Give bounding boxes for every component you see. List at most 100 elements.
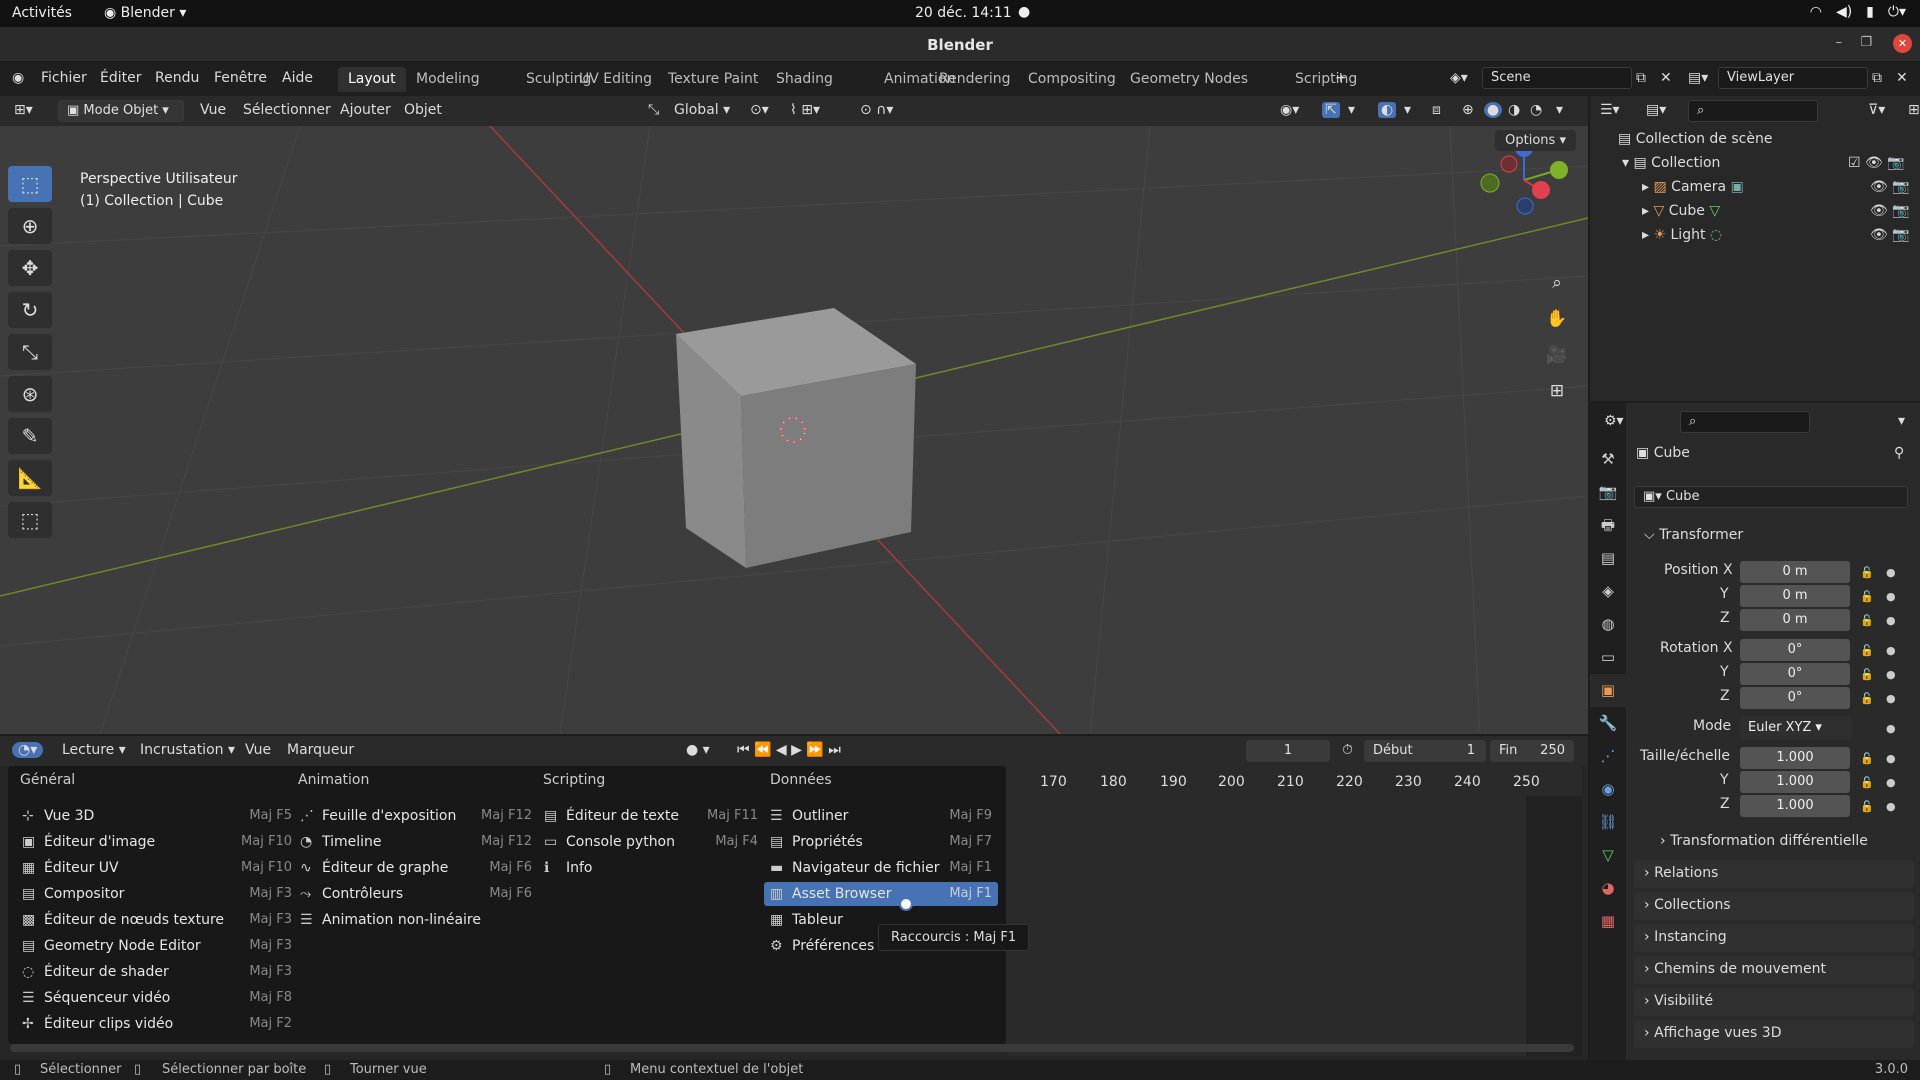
position-y-field[interactable]: 0 m: [1740, 585, 1850, 607]
select-mode-icons[interactable]: ▣▣▣▣▣: [52, 126, 113, 127]
scale-tool-icon[interactable]: ⤡: [8, 334, 52, 370]
outliner-scene-collection[interactable]: ▤ Collection de scène: [1618, 131, 1772, 147]
keyframe-dot-icon[interactable]: ●: [1886, 752, 1896, 765]
shading-solid-icon[interactable]: ●: [1484, 102, 1502, 118]
options-dropdown[interactable]: Options ▾: [1495, 130, 1576, 151]
menu-item-movie-clip-editor[interactable]: ✢ Éditeur clips vidéo Maj F2: [22, 1012, 292, 1036]
section-viewport-display[interactable]: › Affichage vues 3D: [1634, 1020, 1914, 1048]
rotation-y-field[interactable]: 0°: [1740, 663, 1850, 685]
collection-tab-icon[interactable]: ▭: [1590, 641, 1626, 674]
shading-wireframe-icon[interactable]: ⊕: [1462, 102, 1474, 118]
shading-dropdown-icon[interactable]: ▾: [1556, 102, 1563, 118]
keyframe-dot-icon[interactable]: ●: [1886, 722, 1896, 735]
keyframe-dot-icon[interactable]: ●: [1886, 800, 1896, 813]
scale-y-field[interactable]: 1.000: [1740, 771, 1850, 793]
data-tab-icon[interactable]: ▽: [1590, 839, 1626, 872]
menu-vue-timeline[interactable]: Vue: [245, 742, 271, 758]
tab-layout[interactable]: Layout: [338, 67, 406, 92]
visibility-icon[interactable]: ◉▾: [1280, 102, 1299, 118]
texture-tab-icon[interactable]: ▦: [1590, 905, 1626, 938]
cube-visibility-icons[interactable]: 👁 📷: [1870, 203, 1910, 219]
activities-button[interactable]: Activités: [12, 5, 72, 21]
start-frame-field[interactable]: Début 1: [1364, 740, 1486, 762]
keyframe-dot-icon[interactable]: ●: [1886, 566, 1896, 579]
outliner-search-input[interactable]: ⌕: [1688, 100, 1818, 122]
annotate-tool-icon[interactable]: ✎: [8, 418, 52, 454]
constraints-tab-icon[interactable]: ⛓: [1590, 806, 1626, 839]
section-transform[interactable]: ⌵ Transformer: [1634, 522, 1914, 550]
menu-item-info[interactable]: ℹ Info: [544, 856, 758, 880]
tool-tab-icon[interactable]: ⚒: [1590, 443, 1626, 476]
menu-item-shader-editor[interactable]: ◌ Éditeur de shader Maj F3: [22, 960, 292, 984]
move-tool-icon[interactable]: ✥: [8, 250, 52, 286]
wifi-icon[interactable]: ◠: [1810, 4, 1822, 20]
lock-icon[interactable]: 🔓: [1860, 644, 1874, 657]
properties-search-input[interactable]: ⌕: [1680, 411, 1810, 433]
remove-scene-icon[interactable]: ✕: [1660, 70, 1672, 86]
lock-icon[interactable]: 🔓: [1860, 752, 1874, 765]
tab-texture-paint[interactable]: Texture Paint: [658, 67, 768, 92]
keyframe-dot-icon[interactable]: ●: [1886, 590, 1896, 603]
current-frame-field[interactable]: 1: [1246, 740, 1330, 762]
gizmo-toggle-icon[interactable]: ⇱: [1322, 102, 1340, 118]
camera-visibility-icons[interactable]: 👁 📷: [1870, 179, 1910, 195]
copy-scene-icon[interactable]: ⧉: [1636, 70, 1646, 86]
volume-icon[interactable]: ◀): [1836, 4, 1852, 20]
tab-scripting[interactable]: Scripting: [1285, 67, 1367, 92]
transform-tool-icon[interactable]: ⊛: [8, 376, 52, 412]
render-tab-icon[interactable]: 📷: [1590, 476, 1626, 509]
menu-rendu[interactable]: Rendu: [155, 70, 199, 86]
viewlayer-icon[interactable]: ▤▾: [1688, 70, 1708, 86]
blender-logo-icon[interactable]: ◉: [12, 70, 24, 86]
horizontal-scrollbar[interactable]: [10, 1044, 1574, 1052]
rotate-tool-icon[interactable]: ↻: [8, 292, 52, 328]
scene-tab-icon[interactable]: ◈: [1590, 575, 1626, 608]
clock[interactable]: 20 déc. 14:11: [915, 5, 1012, 21]
menu-item-image-editor[interactable]: ▣ Éditeur d'image Maj F10: [22, 830, 292, 854]
outliner-editor-icon[interactable]: ☰▾: [1600, 102, 1620, 118]
pin-icon[interactable]: ⚲: [1894, 445, 1904, 461]
menu-item-file-browser[interactable]: ▬ Navigateur de fichier Maj F1: [770, 856, 998, 880]
close-icon[interactable]: ✕: [1893, 34, 1912, 53]
lock-icon[interactable]: 🔓: [1860, 614, 1874, 627]
pan-hand-icon[interactable]: ✋: [1542, 304, 1572, 334]
maximize-icon[interactable]: ❐: [1860, 35, 1872, 50]
menu-item-outliner[interactable]: ☰ Outliner Maj F9: [770, 804, 998, 828]
position-z-field[interactable]: 0 m: [1740, 609, 1850, 631]
menu-item-3d-viewport[interactable]: ⊹ Vue 3D Maj F5: [22, 804, 292, 828]
menu-objet[interactable]: Objet: [404, 102, 442, 118]
add-workspace-icon[interactable]: +: [1335, 70, 1347, 86]
menu-item-properties[interactable]: ▤ Propriétés Maj F7: [770, 830, 998, 854]
menu-item-drivers[interactable]: ⤳ Contrôleurs Maj F6: [300, 882, 532, 906]
menu-item-asset-browser[interactable]: ▥ Asset Browser Maj F1: [764, 882, 998, 906]
menu-lecture[interactable]: Lecture ▾: [62, 742, 126, 758]
filter-icon[interactable]: ⊽▾: [1868, 102, 1885, 118]
output-tab-icon[interactable]: 🖶: [1590, 509, 1626, 542]
outliner-item-camera[interactable]: ▸ ▨ Camera ▣: [1642, 179, 1744, 195]
menu-item-uv-editor[interactable]: ▦ Éditeur UV Maj F10: [22, 856, 292, 880]
timeline-frames-area[interactable]: 170 180 190 200 210 220 230 240 250: [1006, 766, 1582, 1056]
collection-checkbox-eye-camera[interactable]: ☑ 👁 📷: [1848, 155, 1905, 171]
menu-item-graph-editor[interactable]: ∿ Éditeur de graphe Maj F6: [300, 856, 532, 880]
properties-options-icon[interactable]: ▾: [1898, 413, 1905, 429]
xray-icon[interactable]: ⧈: [1432, 102, 1441, 118]
section-collections[interactable]: › Collections: [1634, 892, 1914, 920]
playback-controls[interactable]: ⏮ ⏪ ◀ ▶ ⏩ ⏭: [737, 742, 841, 758]
display-mode-icon[interactable]: ▤▾: [1646, 102, 1666, 118]
lock-icon[interactable]: 🔓: [1860, 566, 1874, 579]
tab-rendering[interactable]: Rendering: [929, 67, 1021, 92]
outliner-collection[interactable]: ▾ ▤ Collection: [1622, 155, 1720, 171]
menu-incrustation[interactable]: Incrustation ▾: [140, 742, 235, 758]
pivot-icon[interactable]: ⊙▾: [750, 102, 769, 118]
camera-view-icon[interactable]: 🎥: [1542, 340, 1572, 370]
lock-icon[interactable]: 🔓: [1860, 776, 1874, 789]
properties-editor-icon[interactable]: ⚙▾: [1604, 413, 1624, 429]
proportional-edit-icon[interactable]: ⊙ ∩▾: [860, 102, 893, 118]
snap-icon[interactable]: ⌇ ⊞▾: [790, 102, 820, 118]
menu-item-nla[interactable]: ☰ Animation non-linéaire: [300, 908, 532, 932]
ortho-grid-icon[interactable]: ⊞: [1542, 376, 1572, 406]
rotation-x-field[interactable]: 0°: [1740, 639, 1850, 661]
menu-item-texture-node-editor[interactable]: ▩ Éditeur de nœuds texture Maj F3: [22, 908, 292, 932]
rotation-mode-select[interactable]: Euler XYZ ▾: [1740, 717, 1852, 739]
remove-viewlayer-icon[interactable]: ✕: [1896, 70, 1908, 86]
